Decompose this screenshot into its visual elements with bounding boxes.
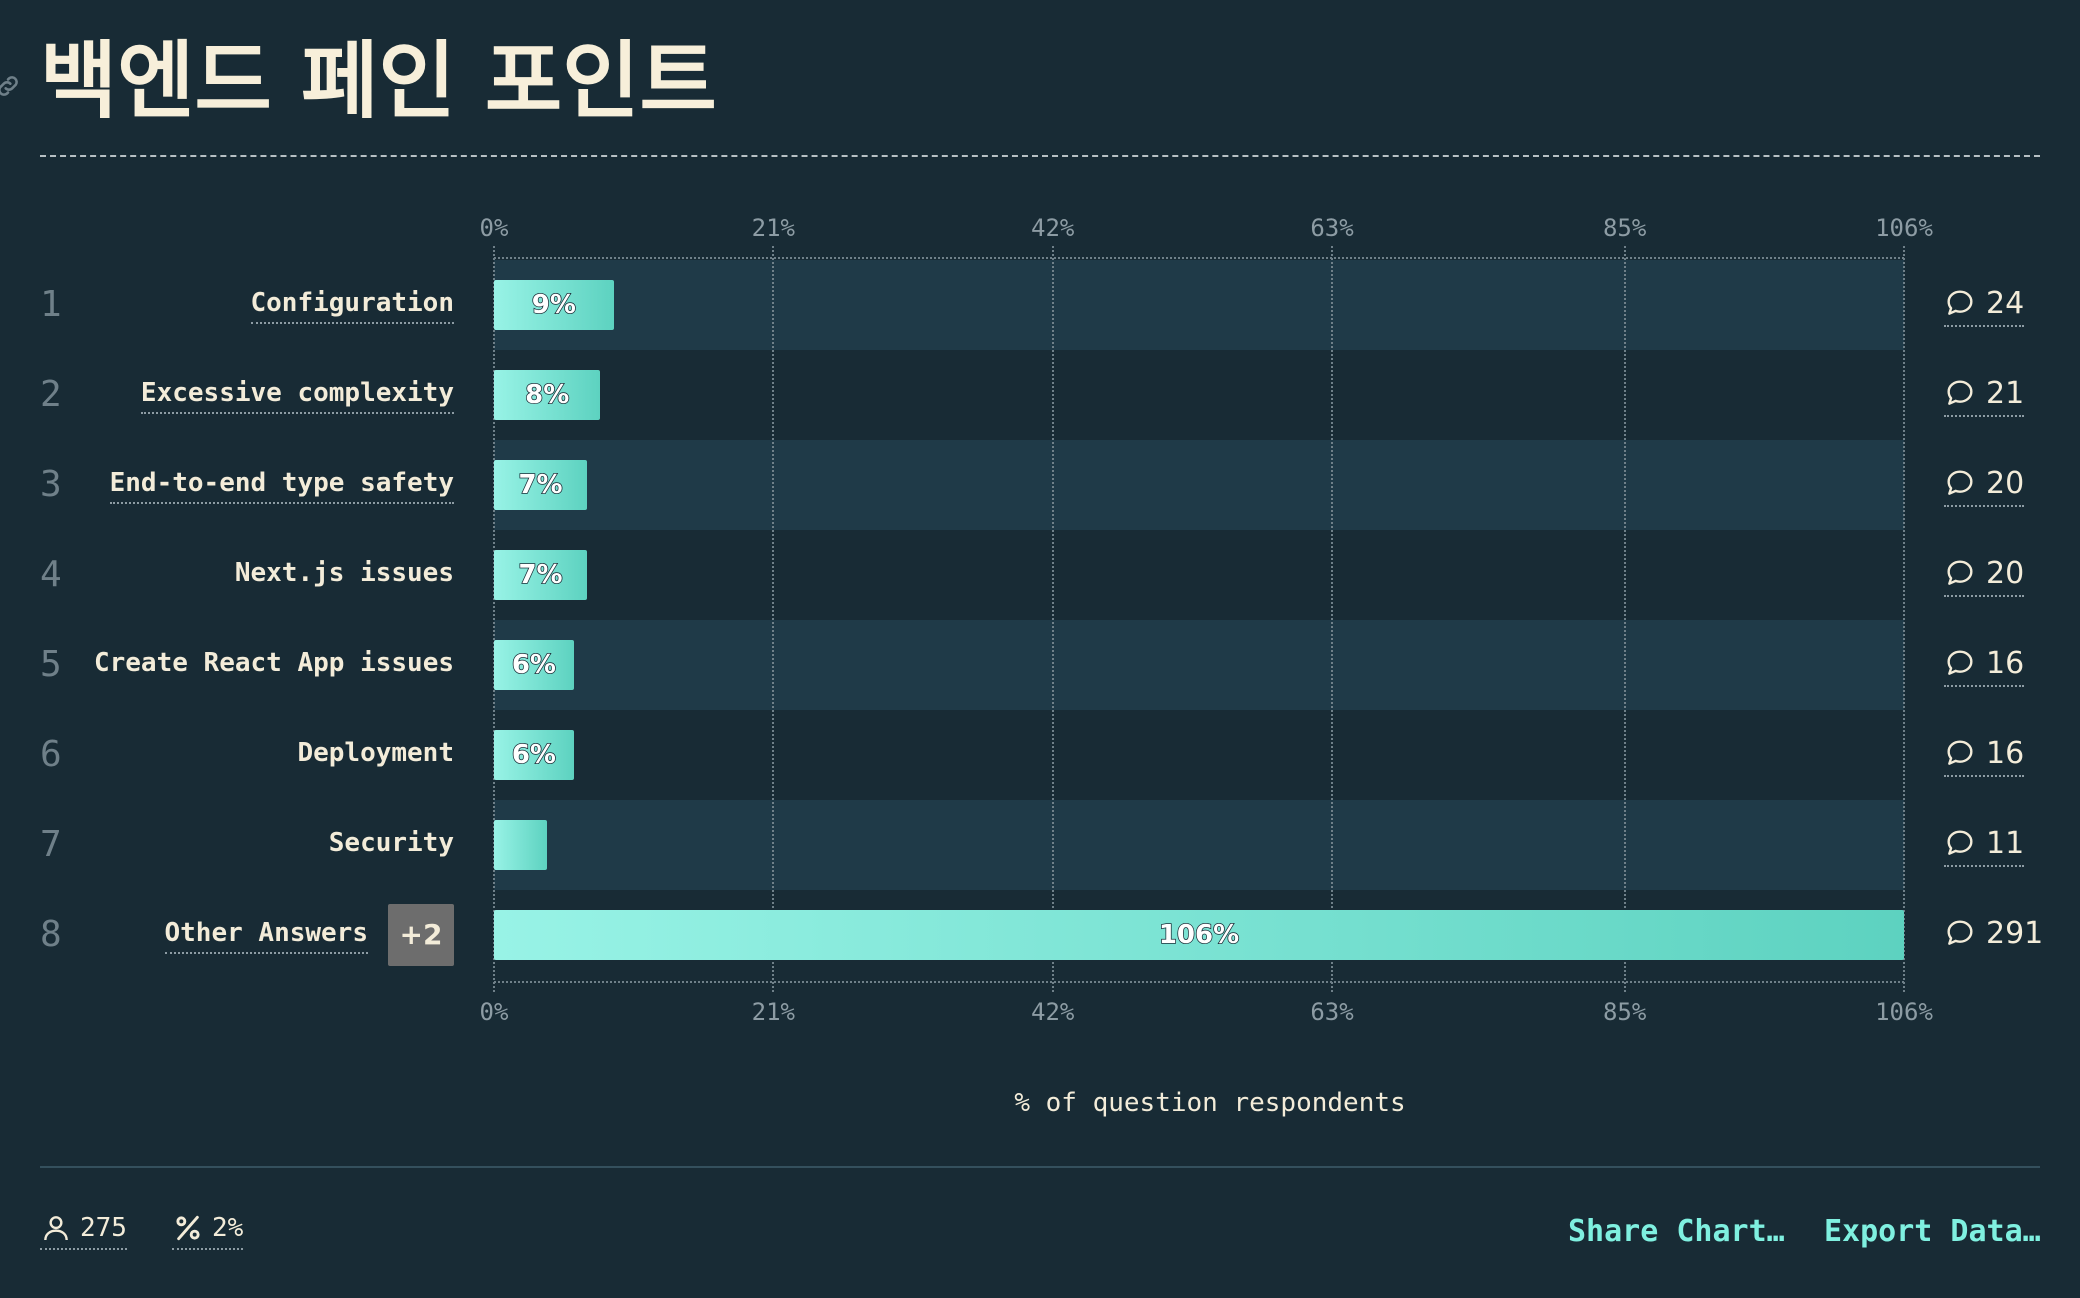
x-tick-label-top: 63% — [1310, 214, 1354, 242]
x-tick-label-bottom: 85% — [1602, 998, 1647, 1026]
percent-value: 2% — [212, 1213, 244, 1243]
x-tick-label-top: 21% — [751, 214, 796, 242]
row-rank: 1 — [40, 284, 62, 325]
comment-count-value: 20 — [1986, 555, 2025, 591]
bar-value-label: 9% — [531, 289, 577, 321]
export-data-button[interactable]: Export Data… — [1824, 1214, 2041, 1249]
bar-value-label: 7% — [518, 559, 564, 591]
other-answers-label[interactable]: Other Answers — [164, 916, 368, 954]
row-band — [494, 260, 1904, 350]
bar[interactable]: 7% — [494, 460, 588, 510]
bar-value-label: 6% — [511, 649, 557, 681]
bar[interactable]: 9% — [494, 280, 614, 330]
bar[interactable]: 8% — [494, 370, 601, 420]
row-band — [494, 710, 1904, 800]
category-label[interactable]: End-to-end type safety — [109, 466, 454, 504]
x-tick-label-bottom: 0% — [479, 998, 509, 1026]
title-divider — [40, 155, 2040, 157]
x-tick-label-bottom: 21% — [751, 998, 796, 1026]
comment-count[interactable]: 16 — [1944, 733, 2025, 777]
category-label[interactable]: Deployment — [297, 736, 454, 772]
x-axis-title: % of question respondents — [1014, 1088, 1406, 1118]
user-icon — [44, 1216, 68, 1241]
row-band — [494, 530, 1904, 620]
bar[interactable]: 6% — [494, 640, 574, 690]
x-tick-label-bottom: 63% — [1310, 998, 1354, 1026]
row-band — [494, 350, 1904, 440]
bar[interactable]: 6% — [494, 730, 574, 780]
comment-count-value: 21 — [1986, 375, 2025, 411]
comment-count-value: 16 — [1986, 735, 2025, 771]
bar[interactable]: 106% — [494, 910, 1904, 960]
footer-divider — [40, 1166, 2040, 1168]
row-rank: 8 — [40, 914, 62, 955]
comment-count[interactable]: 20 — [1944, 463, 2025, 507]
row-rank: 6 — [40, 734, 62, 775]
bar-value-label: 6% — [511, 739, 557, 771]
gridline — [1903, 246, 1905, 992]
comment-count[interactable]: 11 — [1944, 823, 2025, 867]
x-tick-label-top: 42% — [1030, 214, 1075, 242]
x-tick-label-top: 106% — [1875, 214, 1933, 242]
row-band — [494, 800, 1904, 890]
expand-other-answers-button[interactable]: +2 — [388, 904, 454, 966]
comment-icon — [1947, 470, 1973, 495]
row-band — [494, 440, 1904, 530]
share-chart-button[interactable]: Share Chart… — [1568, 1214, 1785, 1249]
x-axis-top — [494, 257, 1904, 259]
category-label[interactable]: Create React App issues — [94, 646, 454, 682]
comment-count[interactable]: 16 — [1944, 643, 2025, 687]
bar[interactable] — [494, 820, 548, 870]
comment-count[interactable]: 21 — [1944, 373, 2025, 417]
percent-icon — [176, 1215, 200, 1241]
category-label[interactable]: Security — [329, 826, 454, 862]
gridline — [1623, 246, 1626, 992]
category-label[interactable]: Excessive complexity — [140, 376, 454, 414]
respondents-stat[interactable]: 275 — [40, 1212, 127, 1250]
category-label[interactable]: Next.js issues — [235, 556, 454, 592]
gridline — [772, 246, 775, 992]
row-rank: 5 — [40, 644, 62, 685]
bar[interactable]: 7% — [494, 550, 588, 600]
x-tick-label-bottom: 106% — [1875, 998, 1933, 1026]
x-tick-label-bottom: 42% — [1030, 998, 1075, 1026]
gridline — [493, 246, 495, 992]
comment-icon — [1947, 290, 1973, 315]
row-rank: 3 — [40, 464, 62, 505]
comment-icon — [1947, 920, 1973, 945]
comment-count[interactable]: 20 — [1944, 553, 2025, 597]
comment-count[interactable]: 24 — [1944, 283, 2025, 327]
link-icon[interactable] — [0, 72, 22, 100]
comment-count-value: 16 — [1986, 645, 2025, 681]
x-tick-label-top: 0% — [479, 214, 509, 242]
comment-count[interactable]: 291 — [1944, 913, 2043, 955]
x-tick-label-top: 85% — [1602, 214, 1647, 242]
comment-icon — [1947, 830, 1973, 855]
comment-count-value: 24 — [1986, 285, 2025, 321]
bar-value-label: 7% — [518, 469, 564, 501]
row-rank: 4 — [40, 554, 62, 595]
comment-icon — [1947, 650, 1973, 675]
row-rank: 7 — [40, 824, 62, 865]
gridline — [1331, 246, 1334, 992]
respondents-count: 275 — [80, 1213, 127, 1243]
row-band — [494, 620, 1904, 710]
page-title: 백엔드 페인 포인트 — [40, 32, 717, 130]
comment-count-value: 291 — [1986, 915, 2044, 951]
row-rank: 2 — [40, 374, 62, 415]
category-label[interactable]: Configuration — [250, 286, 454, 324]
gridline — [1051, 246, 1054, 992]
comment-count-value: 20 — [1986, 465, 2025, 501]
comment-icon — [1947, 740, 1973, 765]
comment-icon — [1947, 560, 1973, 585]
comment-icon — [1947, 380, 1973, 405]
comment-count-value: 11 — [1986, 825, 2025, 861]
bar-value-label: 106% — [1158, 919, 1240, 951]
percent-stat[interactable]: 2% — [172, 1212, 244, 1250]
x-axis-bottom — [494, 981, 1904, 983]
bar-value-label: 8% — [524, 379, 570, 411]
